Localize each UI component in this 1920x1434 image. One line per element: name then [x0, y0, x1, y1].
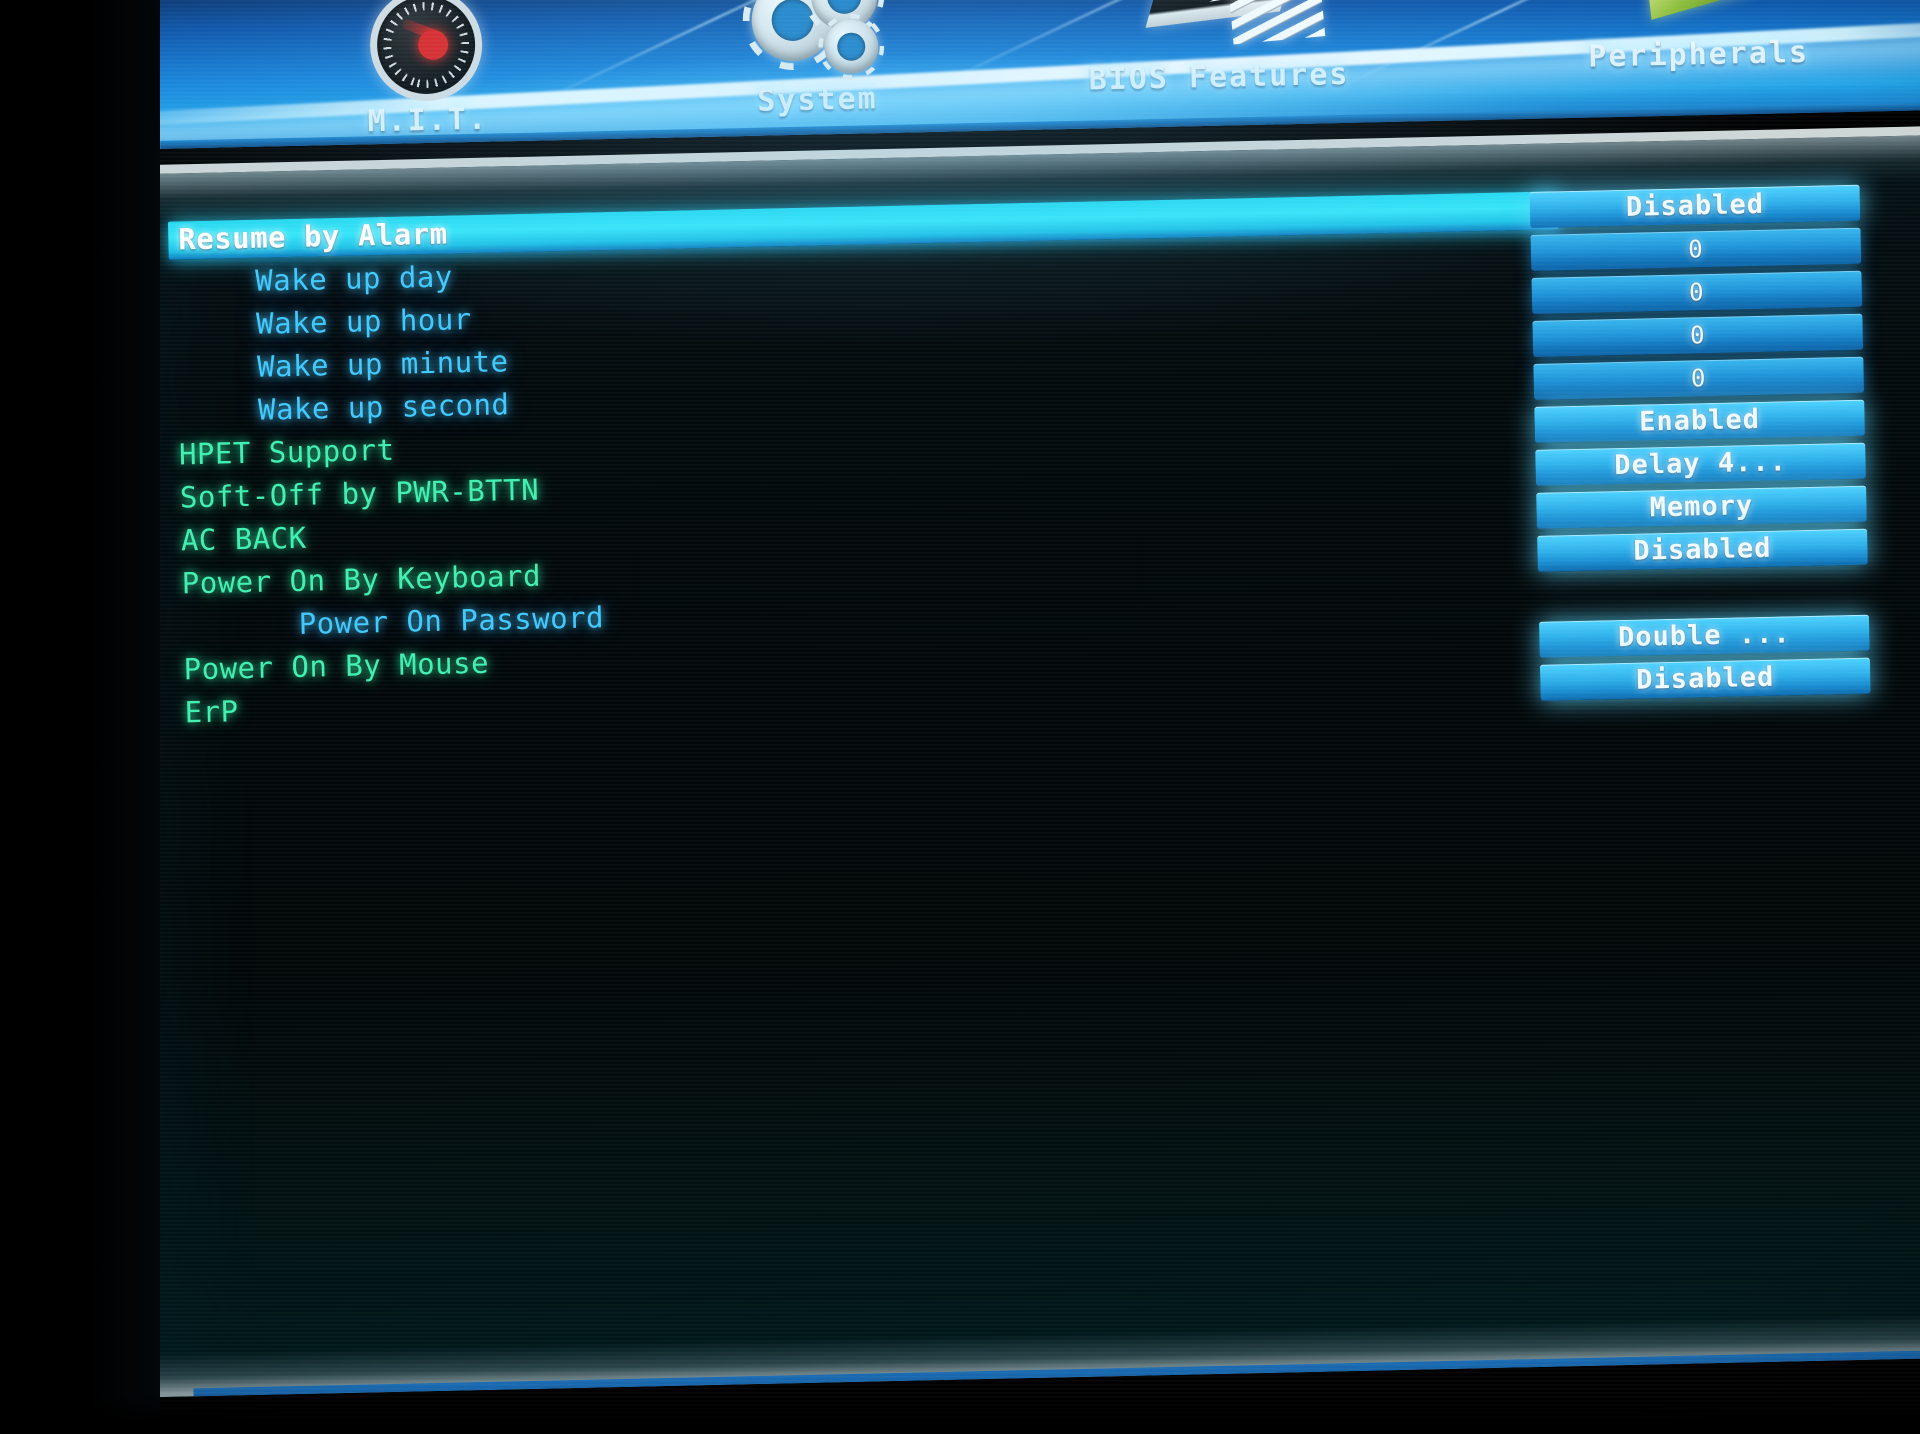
- value-row-power-on-by-mouse: Double ...: [1538, 611, 1870, 661]
- settings-values-column: Disabled 0 0 0 0 Enabled Delay 4... Memo…: [1529, 181, 1871, 704]
- settings-list: Resume by Alarm Wake up day Wake up hour…: [167, 189, 1559, 733]
- value-badge[interactable]: Disabled: [1529, 184, 1861, 228]
- tab-peripherals[interactable]: Peripherals: [1516, 0, 1879, 76]
- gauge-icon: [246, 0, 608, 107]
- bios-screen: M.I.T. System BIOS Features Peripherals …: [0, 0, 1920, 1434]
- value-row-resume-by-alarm: Disabled: [1529, 181, 1861, 231]
- settings-panel: Resume by Alarm Wake up day Wake up hour…: [126, 124, 1920, 1398]
- value-row-power-on-password-empty: [1538, 568, 1869, 618]
- value-row-wake-up-second: 0: [1533, 353, 1865, 403]
- value-badge[interactable]: 0: [1531, 270, 1863, 314]
- value-row-wake-up-hour: 0: [1531, 267, 1863, 317]
- setting-label: Wake up second: [257, 386, 510, 427]
- value-row-wake-up-day: 0: [1530, 224, 1862, 274]
- tab-bios-features[interactable]: BIOS Features: [1037, 0, 1400, 99]
- value-badge[interactable]: Delay 4...: [1535, 442, 1866, 486]
- value-badge[interactable]: Disabled: [1537, 528, 1868, 572]
- setting-label: Power On By Keyboard: [181, 558, 542, 600]
- value-badge[interactable]: Double ...: [1538, 614, 1870, 658]
- value-badge[interactable]: 0: [1533, 356, 1865, 400]
- value-badge[interactable]: Enabled: [1534, 399, 1865, 443]
- setting-label: Power On Password: [298, 599, 605, 641]
- setting-label: Wake up hour: [255, 301, 472, 341]
- setting-label: Wake up day: [254, 258, 454, 298]
- ram-chip-icon: [1037, 0, 1399, 64]
- value-row-hpet-support: Enabled: [1534, 396, 1865, 446]
- value-row-power-on-by-keyboard: Disabled: [1537, 525, 1868, 575]
- value-row-wake-up-minute: 0: [1532, 310, 1864, 360]
- setting-label: AC BACK: [180, 520, 307, 557]
- value-row-soft-off-by-pwr-bttn: Delay 4...: [1535, 439, 1866, 489]
- setting-label: Soft-Off by PWR-BTTN: [179, 472, 540, 514]
- value-badge[interactable]: 0: [1530, 227, 1862, 271]
- top-banner: M.I.T. System BIOS Features Peripherals: [126, 0, 1920, 150]
- setting-label: Power On By Mouse: [183, 645, 490, 686]
- value-badge[interactable]: 0: [1532, 313, 1864, 357]
- gears-icon: [635, 0, 997, 86]
- setting-label: HPET Support: [178, 432, 395, 471]
- setting-label: Wake up minute: [256, 343, 509, 384]
- value-row-ac-back: Memory: [1536, 482, 1867, 532]
- bios-screen-tilt-wrapper: M.I.T. System BIOS Features Peripherals …: [97, 0, 1920, 1434]
- tab-mit[interactable]: M.I.T.: [246, 0, 609, 142]
- value-badge[interactable]: Disabled: [1539, 657, 1871, 701]
- tab-system[interactable]: System: [635, 0, 998, 121]
- setting-label: Resume by Alarm: [177, 216, 449, 256]
- setting-label: ErP: [184, 693, 239, 729]
- value-badge[interactable]: Memory: [1536, 485, 1867, 529]
- value-row-erp: Disabled: [1539, 654, 1871, 704]
